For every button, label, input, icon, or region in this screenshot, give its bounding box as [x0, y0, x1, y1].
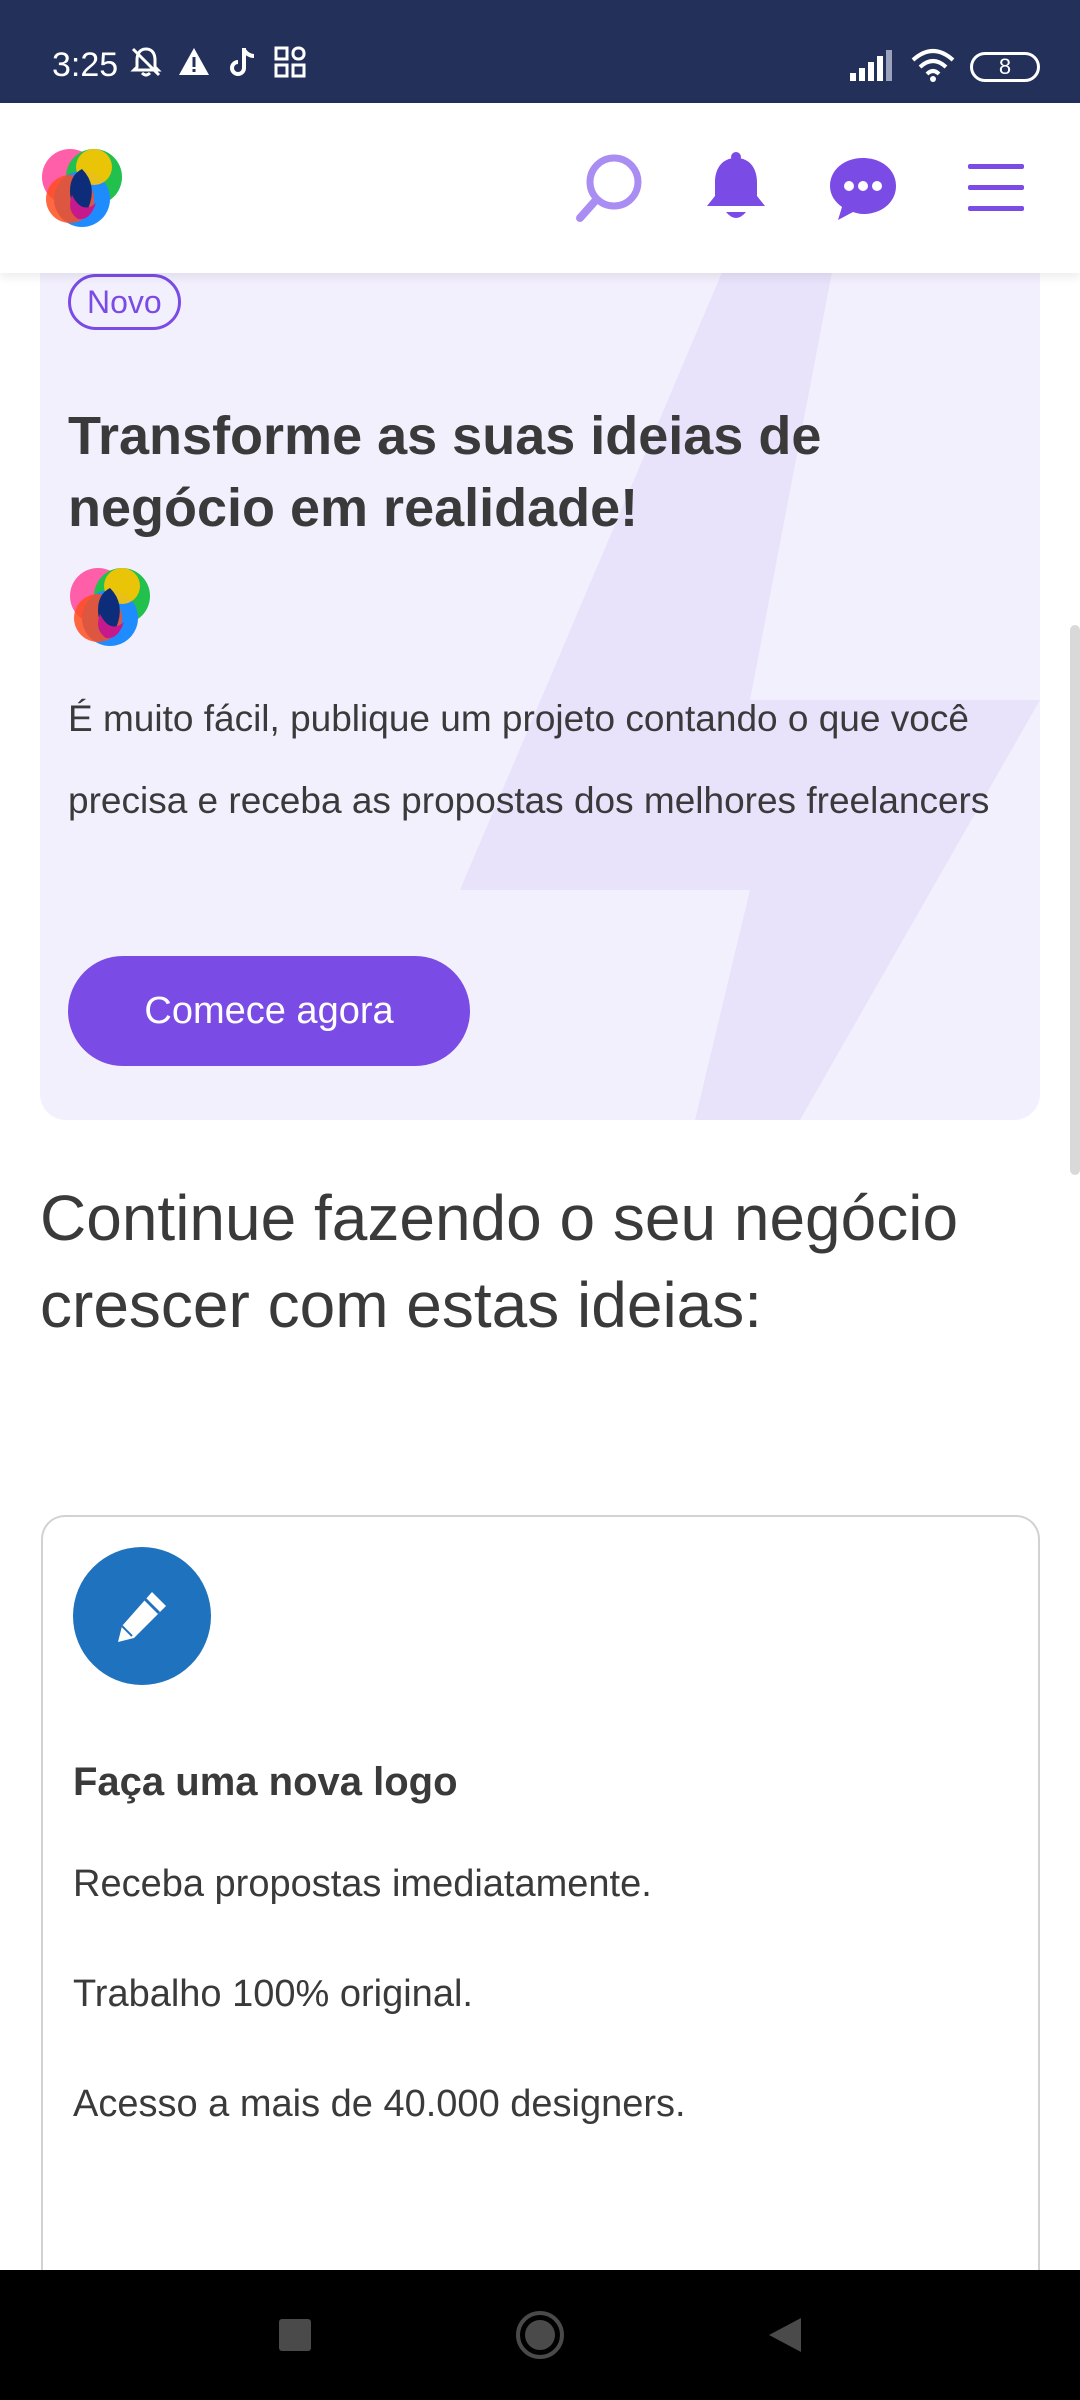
section-heading: Continue fazendo o seu negócio crescer c…	[40, 1182, 959, 1341]
promo-card: Novo Transforme as suas ideias de negóci…	[40, 230, 1040, 1120]
scrollbar[interactable]	[1070, 625, 1080, 1175]
wifi-icon	[910, 48, 956, 86]
recent-apps-icon[interactable]	[260, 2300, 330, 2370]
new-badge: Novo	[68, 274, 181, 330]
promo-title: Transforme as suas ideias de negócio em …	[68, 406, 822, 538]
back-icon[interactable]	[750, 2300, 820, 2370]
idea-card[interactable]: Faça uma nova logo Receba propostas imed…	[41, 1515, 1040, 2275]
idea-feature: Trabalho 100% original.	[73, 1973, 473, 2015]
status-bar: 3:25 8	[0, 0, 1080, 103]
home-icon[interactable]	[505, 2300, 575, 2370]
idea-feature: Acesso a mais de 40.000 designers.	[73, 2083, 686, 2125]
status-system-icons: 8	[848, 48, 1040, 86]
navigation-bar	[0, 2270, 1080, 2400]
start-now-button[interactable]: Comece agora	[68, 956, 470, 1066]
signal-icon	[848, 49, 896, 85]
chat-icon[interactable]	[823, 148, 903, 228]
menu-icon[interactable]	[956, 148, 1036, 228]
tiktok-icon	[224, 44, 260, 80]
search-icon[interactable]	[570, 148, 650, 228]
promo-description: É muito fácil, publique um projeto conta…	[68, 698, 990, 821]
status-notification-icons	[128, 44, 308, 80]
apps-icon	[272, 44, 308, 80]
warning-icon	[176, 44, 212, 80]
status-time: 3:25	[52, 46, 119, 84]
pencil-icon	[73, 1547, 211, 1685]
bell-icon[interactable]	[696, 148, 776, 228]
battery-icon: 8	[970, 52, 1040, 82]
app-logo-icon[interactable]	[40, 145, 124, 229]
app-header	[0, 103, 1080, 273]
idea-title: Faça uma nova logo	[73, 1760, 458, 1804]
promo-logo-icon	[68, 564, 152, 648]
idea-feature: Receba propostas imediatamente.	[73, 1863, 652, 1905]
mute-icon	[128, 44, 164, 80]
